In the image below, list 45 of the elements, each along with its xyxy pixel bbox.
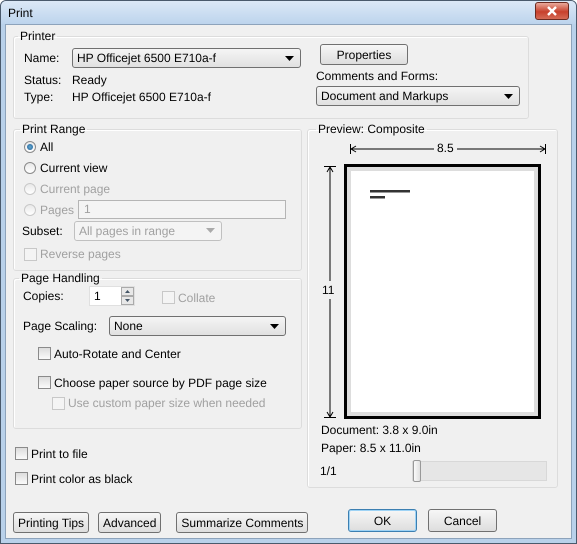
- printer-dropdown[interactable]: HP Officejet 6500 E710a-f: [72, 48, 301, 68]
- group-title: Preview: Composite: [317, 122, 426, 136]
- copies-spinner[interactable]: 1: [89, 286, 135, 306]
- spinner-arrows-icon: [121, 287, 134, 305]
- caret-icon: [206, 228, 215, 233]
- caret-icon: [285, 56, 294, 60]
- text-lines-drawing: [370, 190, 410, 200]
- width-label: 8.5: [434, 141, 457, 155]
- caret-icon: [270, 324, 279, 328]
- option-checkbox[interactable]: Print to file: [15, 441, 302, 466]
- field-label: Name:: [24, 51, 60, 65]
- group-title: Printer: [19, 29, 56, 43]
- page-scaling-dropdown[interactable]: None: [109, 316, 286, 336]
- group-title: Print Range: [21, 122, 86, 136]
- page-slider[interactable]: [412, 461, 547, 481]
- dialog-button[interactable]: Cancel: [428, 509, 497, 532]
- field-label: Subset:: [22, 224, 64, 238]
- option-checkbox[interactable]: Print color as black: [15, 466, 302, 491]
- page-indicator: 1/1: [320, 464, 337, 478]
- radio-option[interactable]: Current view: [24, 160, 108, 174]
- option-checkbox[interactable]: Auto-Rotate and Center: [38, 346, 181, 360]
- dialog-button[interactable]: OK: [348, 509, 417, 532]
- type-value: HP Officejet 6500 E710a-f: [72, 90, 211, 104]
- field-label: Page Scaling:: [23, 319, 98, 333]
- comments-dropdown[interactable]: Document and Markups: [316, 86, 520, 106]
- document-size: Document: 3.8 x 9.0in: [320, 423, 439, 437]
- action-button[interactable]: Summarize Comments: [176, 512, 308, 533]
- field-label: Comments and Forms:: [316, 69, 438, 83]
- field-label: Status:: [24, 72, 62, 86]
- caret-icon: [504, 94, 513, 98]
- option-checkbox[interactable]: Choose paper source by PDF page size: [38, 376, 267, 390]
- radio-option[interactable]: All: [24, 140, 76, 154]
- paper-size: Paper: 8.5 x 11.0in: [320, 441, 422, 455]
- close-icon: [546, 6, 558, 16]
- window-title: Print: [8, 6, 33, 20]
- group-title: Page Handling: [20, 271, 101, 285]
- properties-button[interactable]: Properties: [320, 44, 408, 65]
- field-label: Copies:: [23, 289, 65, 303]
- height-label: 11: [322, 281, 334, 299]
- status-value: Ready: [72, 72, 107, 86]
- field-label: Type:: [24, 90, 54, 104]
- action-button[interactable]: Printing Tips: [13, 512, 90, 533]
- close-button[interactable]: [535, 2, 569, 20]
- action-button[interactable]: Advanced: [98, 512, 162, 533]
- slider-thumb[interactable]: [413, 460, 421, 482]
